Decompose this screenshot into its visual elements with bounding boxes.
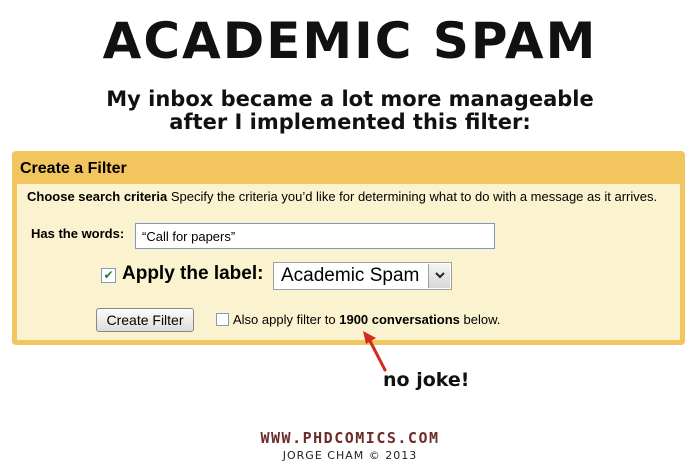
criteria-description: Specify the criteria you’d like for dete…	[170, 189, 658, 204]
label-select-value: Academic Spam	[281, 265, 420, 286]
comic-title: ACADEMIC SPAM	[102, 12, 598, 70]
criteria-title: Choose search criteria	[27, 189, 168, 204]
apply-label-checkbox[interactable]: ✔	[101, 268, 116, 283]
caption-line-2: after I implemented this filter:	[169, 110, 531, 134]
footer-url: WWW.PHDCOMICS.COM	[260, 429, 440, 447]
also-apply-suffix: below.	[463, 312, 501, 327]
comic-caption: My inbox became a lot more manageable af…	[0, 88, 700, 134]
annotation-no-joke: no joke!	[383, 369, 470, 391]
footer-credit: JORGE CHAM © 2013	[282, 449, 418, 462]
arrow-icon	[363, 331, 387, 372]
also-apply-prefix: Also apply filter to	[233, 312, 336, 327]
criteria-row: Choose search criteria Specify the crite…	[27, 189, 657, 204]
also-apply-checkbox[interactable]	[216, 313, 229, 326]
chevron-down-icon	[434, 272, 445, 279]
has-words-input[interactable]	[135, 223, 495, 249]
label-select-dropdown-button[interactable]	[428, 264, 450, 288]
label-select[interactable]: Academic Spam	[273, 262, 452, 290]
caption-line-1: My inbox became a lot more manageable	[106, 87, 594, 111]
apply-label-text: Apply the label:	[122, 263, 264, 284]
create-filter-panel: Create a Filter Choose search criteria S…	[12, 151, 685, 345]
checkmark-icon: ✔	[103, 268, 114, 282]
create-filter-button[interactable]: Create Filter	[96, 308, 194, 332]
panel-header: Create a Filter	[17, 156, 680, 184]
has-words-label: Has the words:	[31, 226, 125, 241]
